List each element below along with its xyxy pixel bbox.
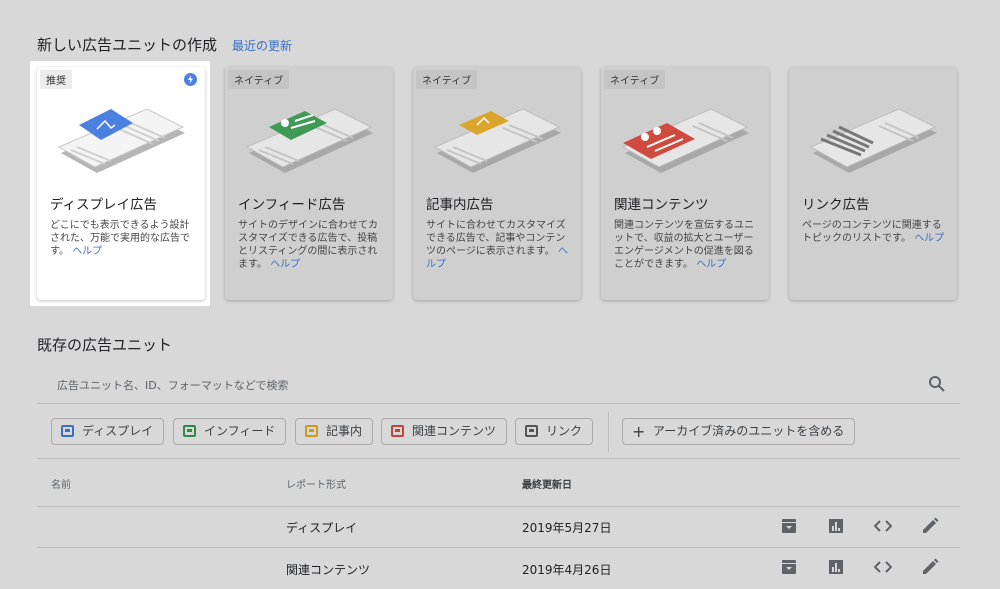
in-article-ad-illustration (433, 108, 561, 173)
card-infeed-ad[interactable]: ネイティブ インフィード広告 サイトのデザインに合わせてカスタマイズできる広告で… (225, 67, 393, 300)
card-in-article-ad[interactable]: ネイティブ 記事内広告 サイトに合わせてカスタマイズできる広告で、記事やコンテン… (413, 67, 581, 300)
native-tag: ネイティブ (416, 70, 478, 89)
card-desc-text: 関連コンテンツを宣伝するユニットで、収益の拡大とユーザー エンゲージメントの促進… (614, 220, 754, 270)
archive-icon[interactable] (780, 558, 798, 576)
display-icon (61, 425, 74, 437)
row-report-format: 関連コンテンツ (286, 563, 371, 577)
related-content-icon (391, 425, 404, 437)
code-icon[interactable] (874, 558, 892, 576)
bolt-icon (184, 73, 197, 86)
column-header-report-format[interactable]: レポート形式 (286, 476, 346, 491)
chip-label: ディスプレイ (82, 424, 154, 438)
row-last-updated: 2019年5月27日 (522, 521, 612, 535)
code-icon[interactable] (874, 517, 892, 535)
related-content-illustration (621, 108, 749, 173)
column-header-last-updated[interactable]: 最終更新日 (522, 476, 572, 491)
filter-chip-infeed[interactable]: インフィード (173, 418, 287, 445)
help-link[interactable]: ヘルプ (696, 259, 726, 270)
column-header-name[interactable]: 名前 (51, 476, 71, 491)
card-title: 記事内広告 (426, 197, 494, 213)
recent-updates-link[interactable]: 最近の更新 (232, 37, 292, 54)
bar-chart-icon[interactable] (827, 558, 845, 576)
card-title: インフィード広告 (238, 197, 346, 213)
card-description: ページのコンテンツに関連するトピックのリストです。 ヘルプ (802, 219, 950, 245)
chip-label: 記事内 (326, 424, 363, 438)
create-section-title: 新しい広告ユニットの作成 (37, 36, 218, 54)
filter-chip-link[interactable]: リンク (515, 418, 594, 445)
native-tag: ネイティブ (604, 70, 666, 89)
in-article-icon (305, 425, 318, 437)
card-description: 関連コンテンツを宣伝するユニットで、収益の拡大とユーザー エンゲージメントの促進… (614, 219, 762, 271)
link-unit-icon (525, 425, 538, 437)
row-last-updated: 2019年4月26日 (522, 563, 612, 577)
table-top-divider (37, 458, 960, 459)
filter-divider (608, 412, 609, 452)
search-icon[interactable] (928, 375, 946, 393)
chip-label: 関連コンテンツ (412, 424, 497, 438)
filter-chip-in-article[interactable]: 記事内 (295, 418, 374, 445)
archive-icon[interactable] (780, 517, 798, 535)
chip-label: インフィード (204, 424, 276, 438)
card-description: サイトに合わせてカスタマイズできる広告で、記事やコンテンツのページに表示されます… (426, 219, 574, 271)
row-report-format: ディスプレイ (286, 521, 358, 535)
card-title: ディスプレイ広告 (50, 197, 158, 213)
recommended-tag: 推奨 (40, 70, 72, 89)
link-ad-illustration (809, 108, 937, 173)
search-input[interactable] (37, 372, 897, 398)
card-related-content[interactable]: ネイティブ 関連コンテンツ 関連コンテンツを宣伝するユニットで、収益の拡大とユー… (601, 67, 769, 300)
edit-icon[interactable] (921, 517, 939, 535)
bar-chart-icon[interactable] (827, 517, 845, 535)
filter-chip-related-content[interactable]: 関連コンテンツ (381, 418, 508, 445)
card-desc-text: サイトのデザインに合わせてカスタマイズできる広告で、投稿とリスティングの間に表示… (238, 220, 378, 270)
card-desc-text: サイトに合わせてカスタマイズできる広告で、記事やコンテンツのページに表示されます… (426, 220, 566, 257)
search-bar (37, 366, 960, 404)
plus-icon: + (632, 422, 646, 441)
edit-icon[interactable] (921, 558, 939, 576)
help-link[interactable]: ヘルプ (72, 246, 102, 257)
chip-label: リンク (546, 424, 583, 438)
existing-section-title: 既存の広告ユニット (37, 336, 173, 354)
filter-chip-display[interactable]: ディスプレイ (51, 418, 165, 445)
infeed-ad-illustration (245, 108, 373, 173)
card-title: リンク広告 (802, 197, 870, 213)
card-description: どこにでも表示できるよう設計された、万能で実用的な広告です。 ヘルプ (50, 219, 198, 258)
card-desc-text: どこにでも表示できるよう設計された、万能で実用的な広告です。 (50, 220, 190, 257)
card-link-ad[interactable]: リンク広告 ページのコンテンツに関連するトピックのリストです。 ヘルプ (789, 67, 957, 300)
row-divider (37, 547, 960, 548)
infeed-icon (183, 425, 196, 437)
display-ad-illustration (57, 108, 185, 173)
help-link[interactable]: ヘルプ (270, 259, 300, 270)
include-archived-chip[interactable]: + アーカイブ済みのユニットを含める (622, 418, 856, 445)
row-divider (37, 506, 960, 507)
card-description: サイトのデザインに合わせてカスタマイズできる広告で、投稿とリスティングの間に表示… (238, 219, 386, 271)
card-display-ad[interactable]: 推奨 ディスプレイ広告 どこにでも表示できるよう設計された、万能で実用的な広告で… (37, 67, 205, 300)
chip-label: アーカイブ済みのユニットを含める (653, 424, 845, 438)
card-title: 関連コンテンツ (614, 197, 709, 213)
help-link[interactable]: ヘルプ (914, 233, 944, 244)
native-tag: ネイティブ (228, 70, 290, 89)
